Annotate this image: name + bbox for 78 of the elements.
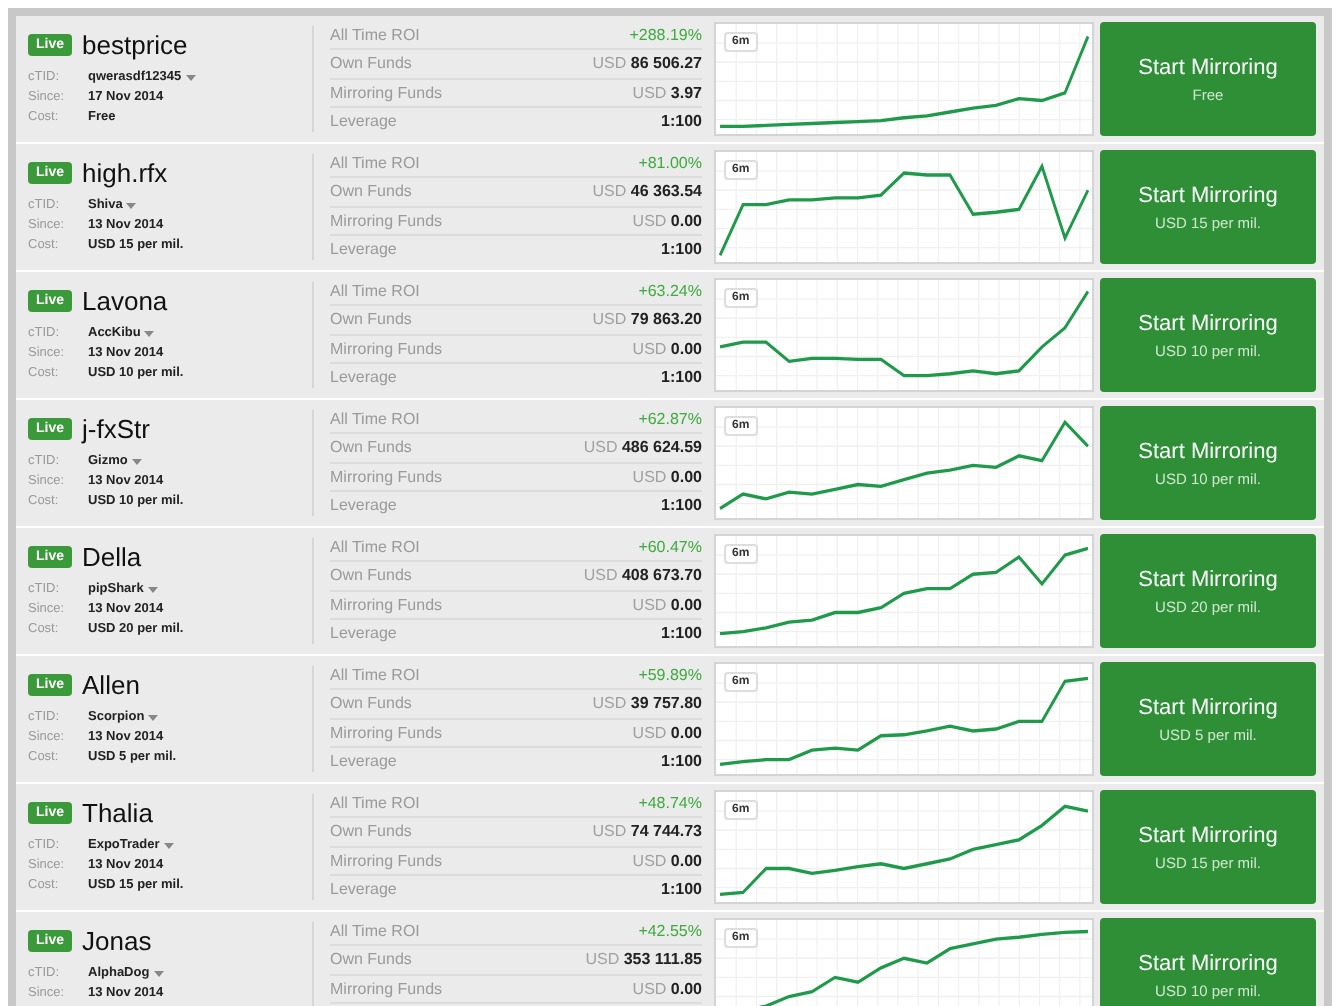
caret-icon[interactable] xyxy=(144,329,155,337)
roi-value: +288.19% xyxy=(629,26,702,45)
trader-name[interactable]: Jonas xyxy=(82,926,152,956)
own-funds-value: USD 74 744.73 xyxy=(592,822,702,841)
stat-label: Leverage xyxy=(330,367,397,386)
own-funds-value: USD 86 506.27 xyxy=(592,54,702,73)
own-funds-value: USD 353 111.85 xyxy=(585,950,702,969)
mirroring-funds-value: USD 0.00 xyxy=(632,467,702,486)
roi-value: +63.24% xyxy=(638,282,702,301)
trader-name[interactable]: j-fxStr xyxy=(82,414,150,444)
stat-label: All Time ROI xyxy=(330,666,420,685)
leverage-value: 1:100 xyxy=(661,879,702,898)
stat-label: Own Funds xyxy=(330,54,412,73)
caret-icon[interactable] xyxy=(185,73,196,81)
trader-name[interactable]: Lavona xyxy=(82,286,168,316)
trader-name[interactable]: Thalia xyxy=(82,798,153,828)
leverage-value: 1:100 xyxy=(661,239,702,258)
caret-icon[interactable] xyxy=(126,201,137,209)
caret-icon[interactable] xyxy=(148,713,159,721)
stat-label: Leverage xyxy=(330,239,397,258)
stat-label: All Time ROI xyxy=(330,922,420,941)
trader-name[interactable]: Allen xyxy=(82,670,140,700)
stat-label: Leverage xyxy=(330,623,397,642)
stat-label: Mirroring Funds xyxy=(330,211,443,230)
roi-value: +60.47% xyxy=(638,538,702,557)
stat-label: Own Funds xyxy=(330,310,412,329)
stat-label: All Time ROI xyxy=(330,154,420,173)
stat-label: All Time ROI xyxy=(330,26,420,45)
stat-label: Own Funds xyxy=(330,182,412,201)
stat-label: All Time ROI xyxy=(330,794,420,813)
stat-label: Own Funds xyxy=(330,566,412,585)
trader-name[interactable]: high.rfx xyxy=(82,158,168,188)
stat-label: Leverage xyxy=(330,111,397,130)
stat-label: All Time ROI xyxy=(330,282,420,301)
caret-icon[interactable] xyxy=(163,841,174,849)
stat-label: Leverage xyxy=(330,751,397,770)
stat-label: Own Funds xyxy=(330,438,412,457)
stat-label: Leverage xyxy=(330,879,397,898)
stat-label: Mirroring Funds xyxy=(330,979,443,998)
mirroring-funds-value: USD 0.00 xyxy=(632,979,702,998)
stat-label: Mirroring Funds xyxy=(330,851,443,870)
mirroring-funds-value: USD 3.97 xyxy=(632,83,702,102)
stat-label: Mirroring Funds xyxy=(330,83,443,102)
roi-value: +62.87% xyxy=(638,410,702,429)
stat-label: Own Funds xyxy=(330,950,412,969)
stat-label: All Time ROI xyxy=(330,410,420,429)
own-funds-value: USD 39 757.80 xyxy=(592,694,702,713)
leverage-value: 1:100 xyxy=(661,111,702,130)
roi-value: +81.00% xyxy=(638,154,702,173)
leverage-value: 1:100 xyxy=(661,751,702,770)
own-funds-value: USD 408 673.70 xyxy=(583,566,702,585)
stat-label: Own Funds xyxy=(330,694,412,713)
own-funds-value: USD 46 363.54 xyxy=(592,182,702,201)
mirroring-funds-value: USD 0.00 xyxy=(632,595,702,614)
own-funds-value: USD 486 624.59 xyxy=(583,438,702,457)
stat-label: Mirroring Funds xyxy=(330,595,443,614)
caret-icon[interactable] xyxy=(131,457,142,465)
trader-name[interactable]: bestprice xyxy=(82,30,188,60)
leverage-value: 1:100 xyxy=(661,623,702,642)
roi-value: +59.89% xyxy=(638,666,702,685)
stat-label: Mirroring Funds xyxy=(330,723,443,742)
mirroring-funds-value: USD 0.00 xyxy=(632,851,702,870)
leverage-value: 1:100 xyxy=(661,495,702,514)
caret-icon[interactable] xyxy=(153,969,164,977)
roi-value: +42.55% xyxy=(638,922,702,941)
stat-label: Leverage xyxy=(330,495,397,514)
caret-icon[interactable] xyxy=(147,585,158,593)
stat-label: Own Funds xyxy=(330,822,412,841)
mirroring-funds-value: USD 0.00 xyxy=(632,723,702,742)
roi-value: +48.74% xyxy=(638,794,702,813)
mirroring-funds-value: USD 0.00 xyxy=(632,339,702,358)
own-funds-value: USD 79 863.20 xyxy=(592,310,702,329)
mirroring-funds-value: USD 0.00 xyxy=(632,211,702,230)
stat-label: Mirroring Funds xyxy=(330,339,443,358)
trader-name[interactable]: Della xyxy=(82,542,142,572)
leverage-value: 1:100 xyxy=(661,367,702,386)
stat-label: All Time ROI xyxy=(330,538,420,557)
stat-label: Mirroring Funds xyxy=(330,467,443,486)
